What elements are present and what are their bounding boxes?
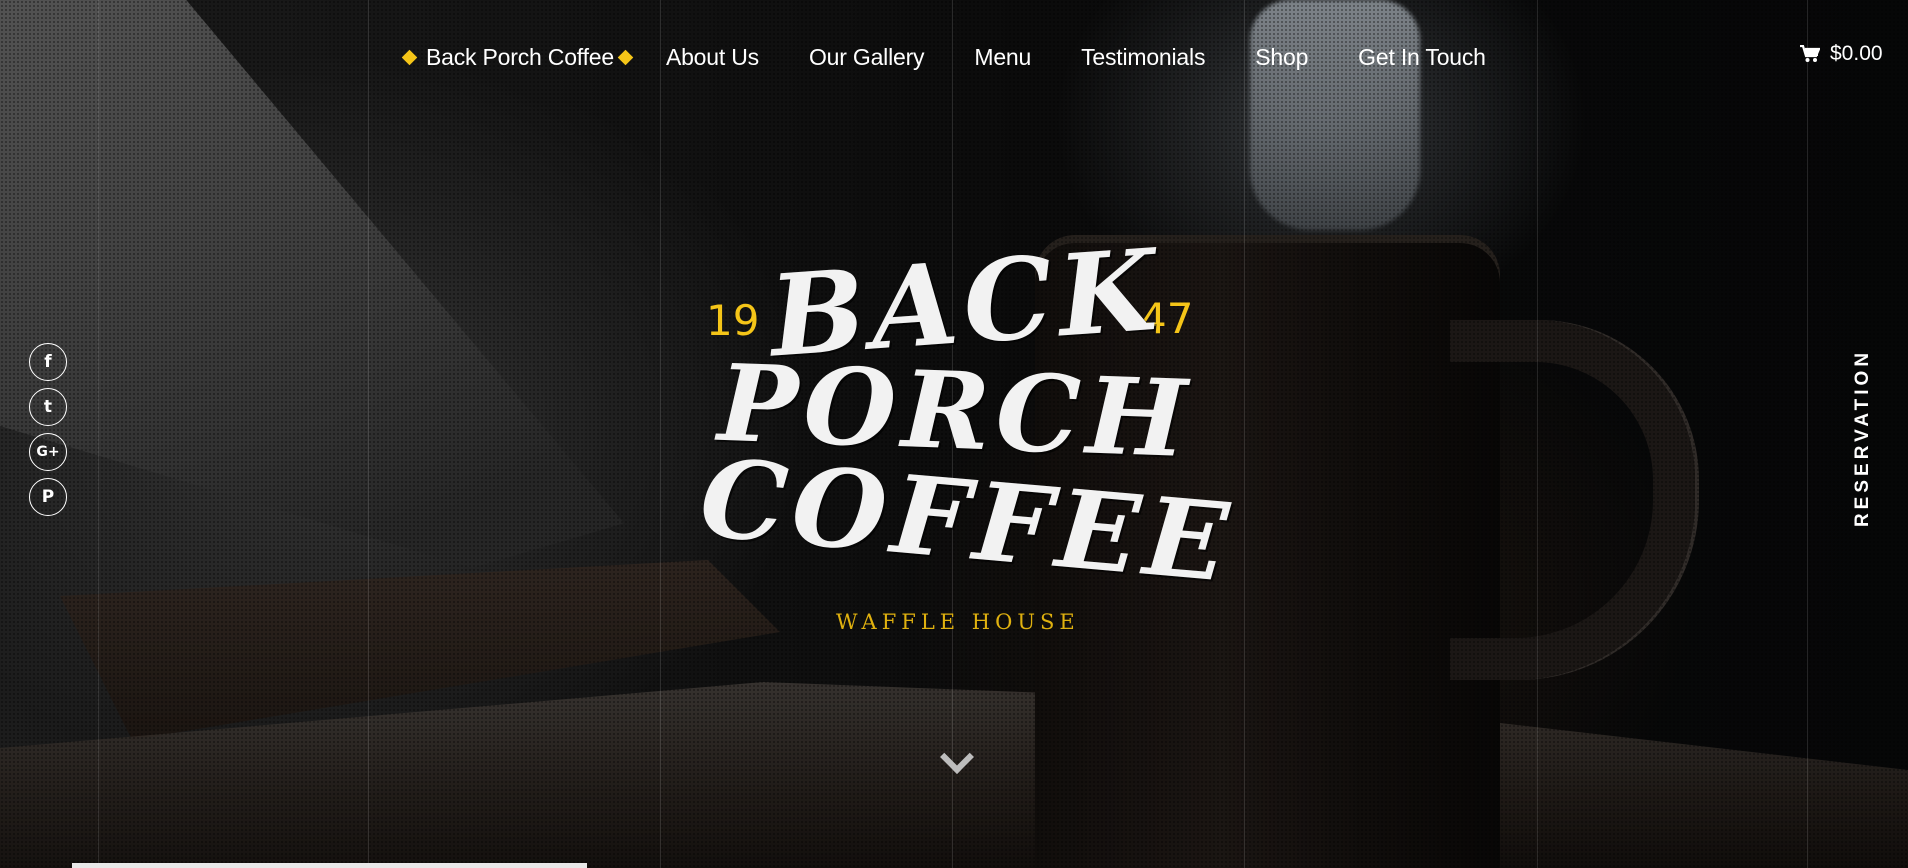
nav-item-our-gallery[interactable]: Our Gallery (809, 44, 925, 71)
grid-line (1807, 0, 1808, 868)
grid-line (660, 0, 661, 868)
grid-line (368, 0, 369, 868)
grid-line (1537, 0, 1538, 868)
nav-item-shop[interactable]: Shop (1255, 44, 1308, 71)
nav-item-get-in-touch[interactable]: Get In Touch (1358, 44, 1486, 71)
diamond-icon (401, 49, 418, 65)
cart-icon (1800, 45, 1820, 62)
progress-bar (72, 863, 587, 868)
twitter-icon[interactable]: t (29, 388, 67, 426)
chevron-down-icon[interactable] (938, 745, 972, 779)
nav-item-back-porch-coffee[interactable]: Back Porch Coffee (426, 44, 614, 71)
nav-item-about-us[interactable]: About Us (666, 44, 759, 71)
logo-year-left: 19 (706, 296, 760, 345)
grid-line (98, 0, 99, 868)
pinterest-icon[interactable]: P (29, 478, 67, 516)
main-nav: Back Porch Coffee About Us Our Gallery M… (398, 40, 1536, 74)
brand-logo: 19 47 BACK PORCH COFFEE WAFFLE HOUSE (690, 224, 1239, 650)
logo-tagline: WAFFLE HOUSE (836, 610, 1080, 634)
nav-item-menu[interactable]: Menu (974, 44, 1031, 71)
nav-item-testimonials[interactable]: Testimonials (1081, 44, 1205, 71)
facebook-icon[interactable]: f (29, 343, 67, 381)
reservation-tab[interactable]: RESERVATION (1852, 345, 1874, 530)
reservation-label[interactable]: RESERVATION (1852, 348, 1874, 526)
grid-line (1244, 0, 1245, 868)
cart-total: $0.00 (1830, 42, 1883, 65)
google-plus-icon[interactable]: G+ (29, 433, 67, 471)
social-links: f t G+ P (29, 343, 67, 516)
diamond-icon (617, 49, 634, 65)
nav-brand[interactable]: Back Porch Coffee (398, 44, 642, 71)
cart-button[interactable]: $0.00 (1800, 42, 1883, 66)
